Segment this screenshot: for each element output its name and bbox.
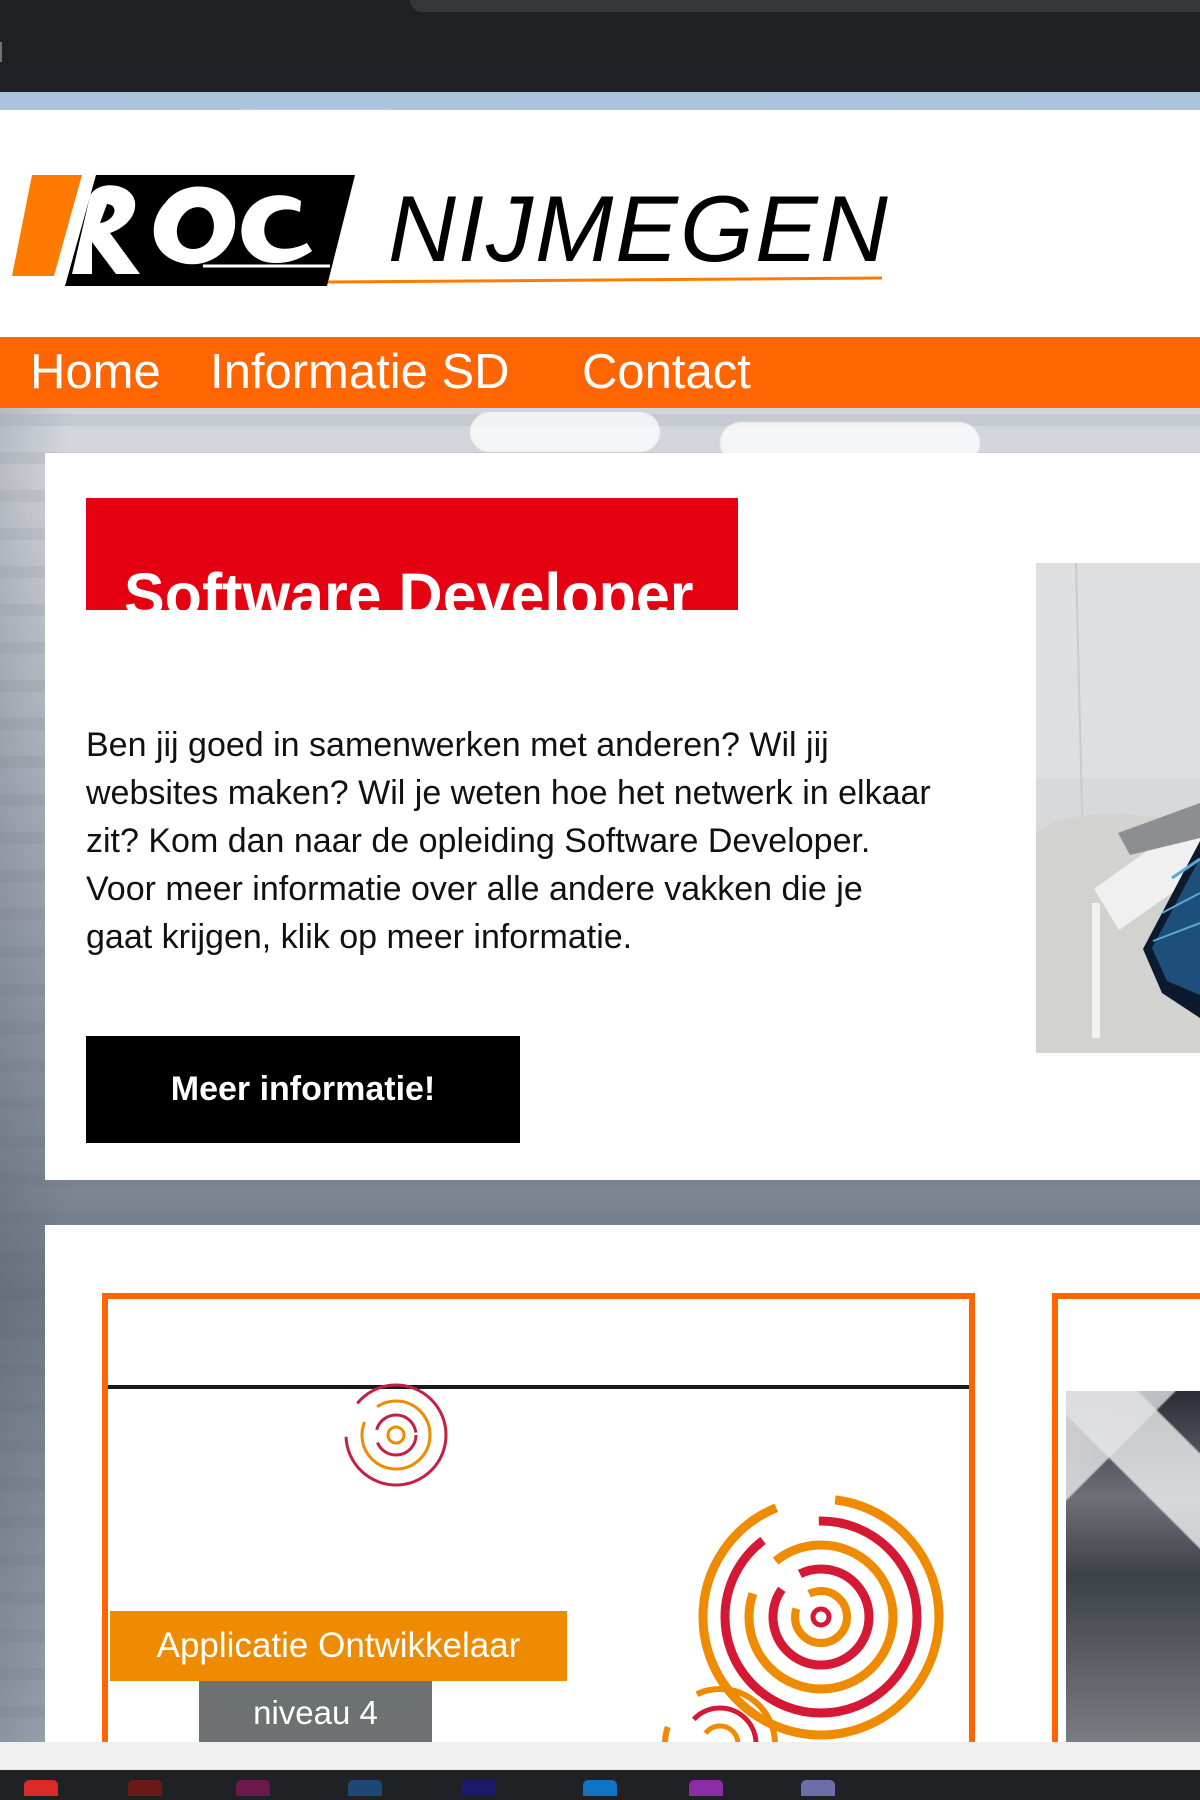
roc-nijmegen-logo: NIJMEGEN — [12, 175, 890, 286]
browser-toolbar — [0, 0, 1200, 92]
taskbar-icon[interactable] — [689, 1780, 723, 1796]
browser-bottom-strip — [0, 1742, 1200, 1770]
nav-home-link[interactable]: Home — [30, 346, 161, 398]
building-photo — [1066, 1391, 1200, 1742]
course-card-next[interactable] — [1052, 1293, 1200, 1742]
course-level-badge: niveau 4 — [199, 1681, 432, 1742]
hero-card: Software Developer Ben jij goed in samen… — [45, 453, 1200, 1180]
taskbar-icon[interactable] — [348, 1780, 382, 1796]
course-title-label: Applicatie Ontwikkelaar — [110, 1611, 567, 1681]
meer-informatie-button[interactable]: Meer informatie! — [86, 1036, 520, 1143]
nav-informatie-sd-link[interactable]: Informatie SD — [210, 346, 510, 398]
taskbar — [0, 1770, 1200, 1800]
logo-nijmegen-text: NIJMEGEN — [388, 176, 890, 281]
taskbar-icon[interactable] — [236, 1780, 270, 1796]
taskbar-icon[interactable] — [462, 1780, 496, 1796]
main-navigation: Home Informatie SD Contact — [0, 337, 1200, 408]
course-card-applicatie-ontwikkelaar[interactable]: Applicatie Ontwikkelaar niveau 4 — [102, 1293, 975, 1742]
taskbar-icon[interactable] — [801, 1780, 835, 1796]
taskbar-icon[interactable] — [24, 1780, 58, 1796]
site-header: NIJMEGEN — [0, 110, 1200, 338]
hero-description: Ben jij goed in samenwerken met anderen?… — [86, 726, 931, 956]
nav-contact-link[interactable]: Contact — [582, 346, 751, 398]
website-page: NIJMEGEN Home Informatie SD Contact Soft… — [0, 92, 1200, 1742]
browser-edge-indicator — [0, 42, 10, 62]
browser-tab[interactable] — [410, 0, 1200, 12]
laptop-photo — [1036, 563, 1200, 1053]
hero-title-banner: Software Developer — [86, 498, 738, 628]
courses-section: Applicatie Ontwikkelaar niveau 4 — [45, 1225, 1200, 1742]
hero-title: Software Developer — [124, 560, 694, 629]
taskbar-icon[interactable] — [583, 1780, 617, 1796]
browser-screenshot: NIJMEGEN Home Informatie SD Contact Soft… — [0, 0, 1200, 1800]
background-cloud — [470, 412, 660, 452]
taskbar-icon[interactable] — [128, 1780, 162, 1796]
